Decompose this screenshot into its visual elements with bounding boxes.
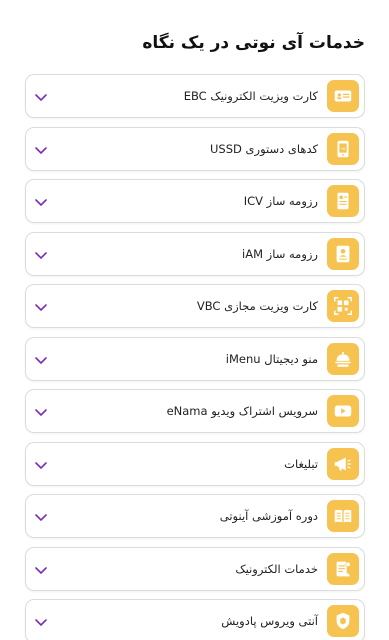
e-document-icon: [327, 552, 359, 585]
video-play-icon: [327, 395, 359, 427]
profile-card-icon: [327, 237, 359, 270]
chevron-down-icon[interactable]: [34, 404, 48, 418]
service-item-enama[interactable]: سرویس اشتراک ویدیو eNama: [25, 389, 365, 433]
chevron-down-icon[interactable]: [34, 352, 48, 366]
service-item-icv[interactable]: رزومه ساز ICV: [25, 179, 365, 223]
business-card-icon: [327, 80, 359, 112]
services-list: کارت ویزیت الکترونیک EBC *# کدهای دستوری…: [25, 74, 365, 640]
shield-icon: [327, 605, 359, 637]
service-item-antivirus[interactable]: آنتی ویروس پادویش: [25, 599, 365, 640]
chevron-down-icon[interactable]: [34, 457, 48, 471]
service-item-course[interactable]: دوره آموزشی آینوتی: [25, 494, 365, 538]
service-label: کدهای دستوری USSD: [210, 141, 318, 156]
service-label: دوره آموزشی آینوتی: [219, 509, 318, 523]
svg-text:*#: *#: [341, 146, 346, 150]
service-item-ads[interactable]: تبلیغات: [25, 441, 365, 486]
service-item-ussd[interactable]: *# کدهای دستوری USSD: [25, 126, 365, 171]
service-label: خدمات الکترونیک: [235, 561, 318, 576]
service-item-vbc[interactable]: کارت ویزیت مجازی VBC: [25, 284, 365, 328]
chevron-down-icon[interactable]: [34, 299, 48, 313]
page-title: خدمات آی نوتی در یک نگاه: [142, 33, 365, 53]
service-label: رزومه ساز iAM: [242, 246, 318, 261]
service-item-e-services[interactable]: خدمات الکترونیک: [25, 546, 365, 591]
service-label: کارت ویزیت الکترونیک EBC: [183, 89, 318, 103]
chevron-down-icon[interactable]: [34, 614, 48, 628]
food-cloche-icon: [327, 342, 359, 375]
chevron-down-icon[interactable]: [34, 194, 48, 208]
qr-code-icon: [327, 290, 359, 322]
chevron-down-icon[interactable]: [34, 89, 48, 103]
service-label: منو دیجیتال iMenu: [225, 351, 318, 366]
service-item-ebc[interactable]: کارت ویزیت الکترونیک EBC: [25, 74, 365, 118]
phone-code-icon: *#: [327, 132, 359, 165]
service-label: آنتی ویروس پادویش: [221, 614, 318, 628]
chevron-down-icon[interactable]: [34, 562, 48, 576]
service-label: تبلیغات: [284, 456, 318, 471]
resume-document-icon: [327, 185, 359, 217]
service-label: سرویس اشتراک ویدیو eNama: [166, 404, 318, 418]
open-book-icon: [327, 500, 359, 532]
services-page: خدمات آی نوتی در یک نگاه کارت ویزیت الکت…: [0, 0, 389, 640]
service-item-iam[interactable]: رزومه ساز iAM: [25, 231, 365, 276]
service-item-imenu[interactable]: منو دیجیتال iMenu: [25, 336, 365, 381]
service-label: رزومه ساز ICV: [243, 194, 318, 208]
chevron-down-icon[interactable]: [34, 247, 48, 261]
chevron-down-icon[interactable]: [34, 142, 48, 156]
megaphone-icon: [327, 447, 359, 480]
service-label: کارت ویزیت مجازی VBC: [196, 299, 318, 313]
chevron-down-icon[interactable]: [34, 509, 48, 523]
